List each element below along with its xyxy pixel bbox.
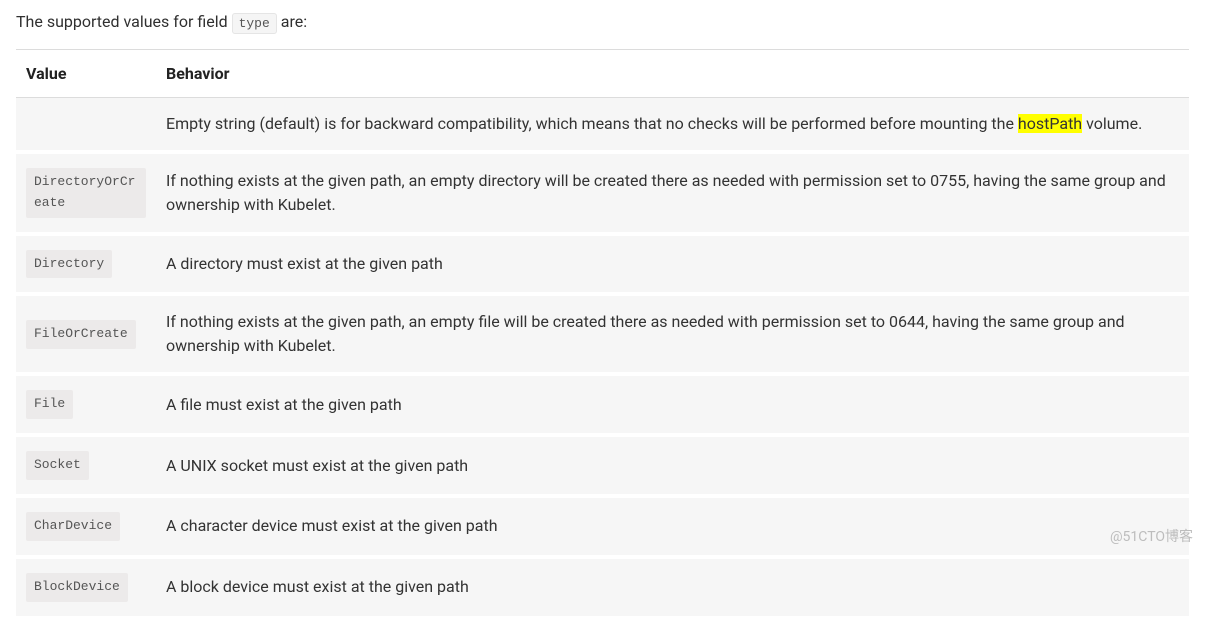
value-code: Socket bbox=[26, 451, 89, 480]
col-header-value: Value bbox=[16, 50, 156, 98]
value-code: CharDevice bbox=[26, 512, 120, 541]
intro-text: The supported values for field type are: bbox=[16, 12, 1189, 31]
table-row: CharDevice A character device must exist… bbox=[16, 496, 1189, 557]
behavior-cell: A character device must exist at the giv… bbox=[156, 496, 1189, 557]
intro-before: The supported values for field bbox=[16, 12, 232, 31]
behavior-cell: A directory must exist at the given path bbox=[156, 234, 1189, 295]
value-cell: DirectoryOrCreate bbox=[16, 152, 156, 234]
value-code: BlockDevice bbox=[26, 573, 128, 602]
table-row: BlockDevice A block device must exist at… bbox=[16, 557, 1189, 616]
value-cell bbox=[16, 98, 156, 153]
col-header-behavior: Behavior bbox=[156, 50, 1189, 98]
behavior-text-pre: Empty string (default) is for backward c… bbox=[166, 114, 1018, 133]
behavior-text-highlight: hostPath bbox=[1018, 114, 1082, 133]
table-row: File A file must exist at the given path bbox=[16, 374, 1189, 435]
value-code: File bbox=[26, 390, 73, 419]
value-cell: Directory bbox=[16, 234, 156, 295]
intro-code: type bbox=[232, 13, 277, 34]
behavior-cell: A file must exist at the given path bbox=[156, 374, 1189, 435]
value-cell: CharDevice bbox=[16, 496, 156, 557]
value-cell: Socket bbox=[16, 435, 156, 496]
behavior-cell: Empty string (default) is for backward c… bbox=[156, 98, 1189, 153]
behavior-cell: If nothing exists at the given path, an … bbox=[156, 294, 1189, 374]
value-cell: File bbox=[16, 374, 156, 435]
value-code: FileOrCreate bbox=[26, 320, 136, 349]
table-row: Socket A UNIX socket must exist at the g… bbox=[16, 435, 1189, 496]
intro-after: are: bbox=[277, 12, 307, 31]
behavior-cell: A UNIX socket must exist at the given pa… bbox=[156, 435, 1189, 496]
value-cell: FileOrCreate bbox=[16, 294, 156, 374]
type-values-table: Value Behavior Empty string (default) is… bbox=[16, 49, 1189, 616]
value-code: Directory bbox=[26, 250, 112, 279]
behavior-cell: A block device must exist at the given p… bbox=[156, 557, 1189, 616]
value-cell: BlockDevice bbox=[16, 557, 156, 616]
value-code: DirectoryOrCreate bbox=[26, 168, 146, 218]
table-row: FileOrCreate If nothing exists at the gi… bbox=[16, 294, 1189, 374]
behavior-cell: If nothing exists at the given path, an … bbox=[156, 152, 1189, 234]
table-row: Directory A directory must exist at the … bbox=[16, 234, 1189, 295]
table-row: Empty string (default) is for backward c… bbox=[16, 98, 1189, 153]
table-row: DirectoryOrCreate If nothing exists at t… bbox=[16, 152, 1189, 234]
behavior-text-post: volume. bbox=[1082, 114, 1142, 133]
